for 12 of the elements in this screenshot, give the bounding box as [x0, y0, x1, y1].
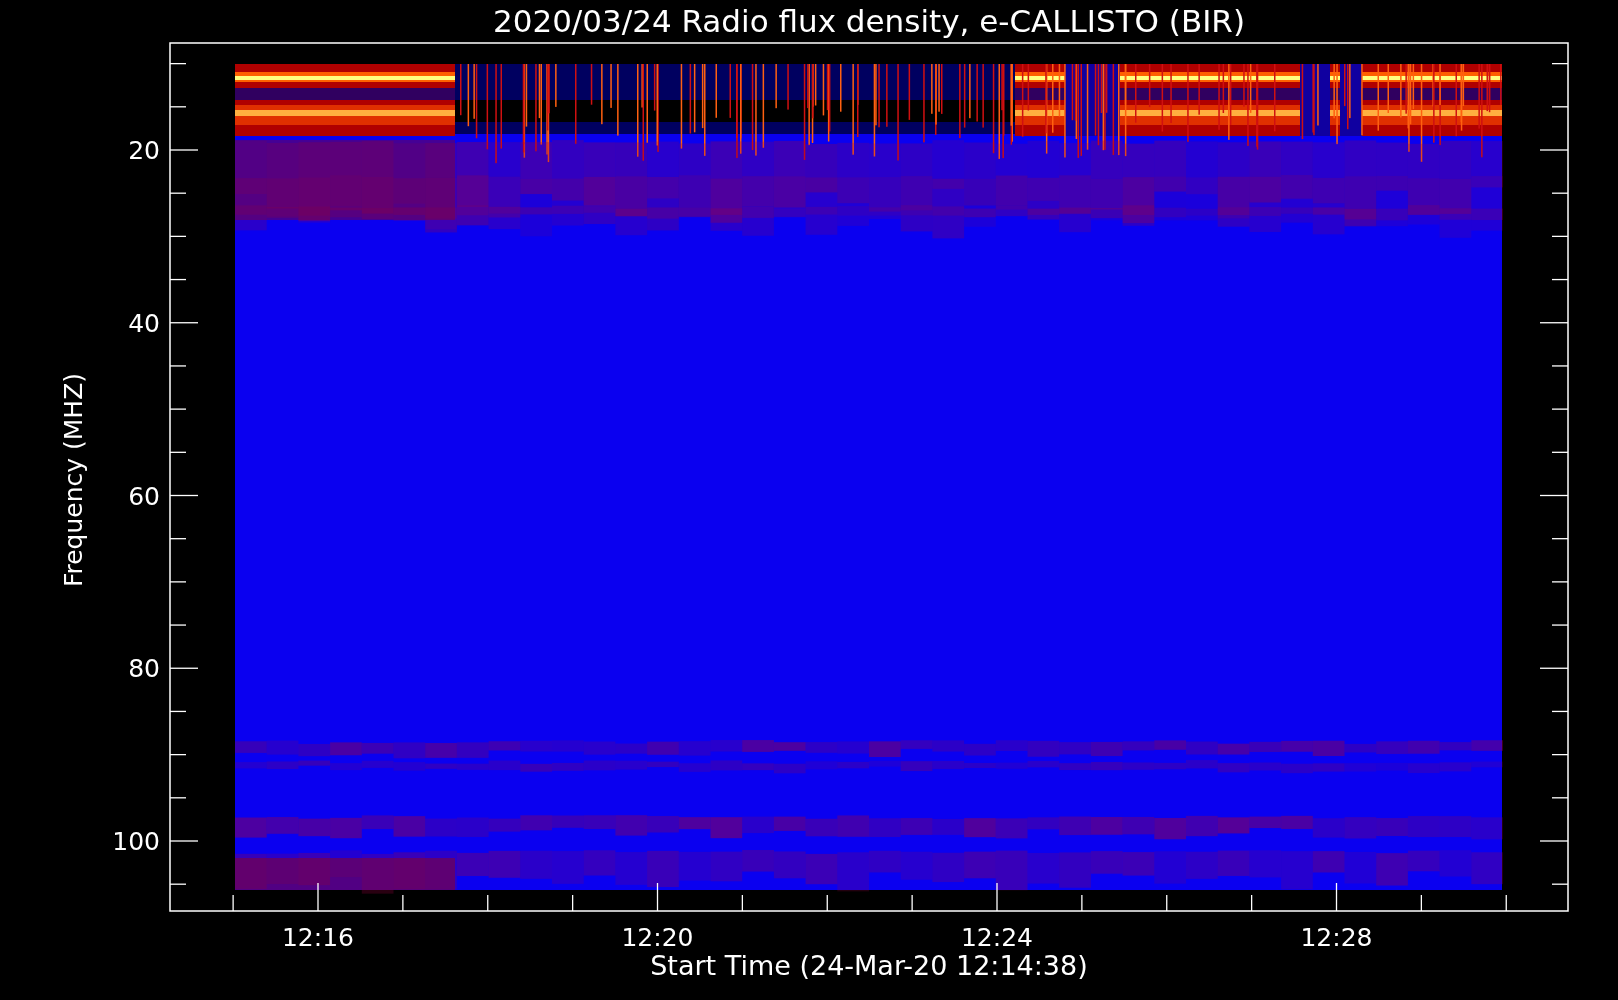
tick-label: 100: [112, 827, 160, 856]
tick-label: 12:28: [1300, 923, 1373, 952]
chart-title: 2020/03/24 Radio flux density, e-CALLISTO (BIR): [493, 3, 1245, 39]
tick-label: 40: [128, 308, 160, 338]
tick-label: 60: [128, 481, 160, 511]
tick-label: 12:16: [282, 923, 354, 952]
x-axis-label: Start Time (24-Mar-20 12:14:38): [650, 950, 1088, 981]
tick-label: 12:20: [621, 923, 694, 952]
tick-label: 12:24: [961, 923, 1033, 952]
tick-label: 20: [128, 136, 160, 165]
tick-label: 80: [128, 654, 160, 684]
y-axis-label: Frequency (MHZ): [59, 372, 88, 588]
